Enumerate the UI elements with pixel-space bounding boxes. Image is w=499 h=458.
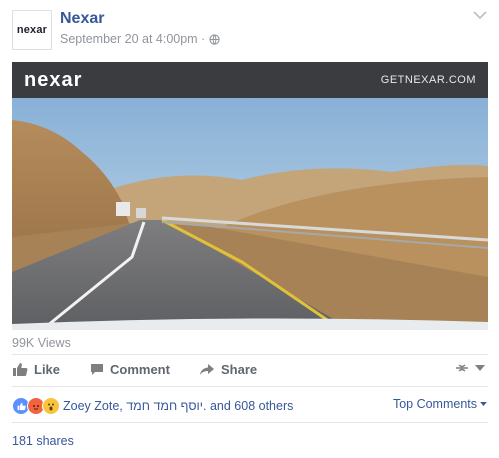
timestamp-text[interactable]: September 20 at 4:00pm · (60, 32, 205, 46)
reaction-icons (12, 397, 60, 415)
post-options-chevron-icon[interactable] (473, 10, 487, 20)
post-timestamp: September 20 at 4:00pm · (60, 32, 220, 46)
share-label: Share (221, 362, 258, 377)
divider (12, 386, 488, 387)
share-arrow-icon (200, 364, 214, 375)
video-branding-bar: nexar GETNEXAR.COM (12, 62, 488, 98)
comment-button[interactable]: Comment (90, 362, 170, 377)
comment-icon (91, 364, 103, 375)
globe-icon[interactable] (209, 33, 220, 45)
video-overlay-logo: nexar (24, 69, 83, 91)
video-overlay-url: GETNEXAR.COM (380, 74, 476, 86)
video-view-count: 99K Views (12, 336, 71, 350)
top-comments-label: Top Comments (392, 397, 477, 411)
video-frame-desert-road (12, 62, 488, 330)
avatar-logo: nexar (16, 24, 48, 36)
thumbs-up-icon (13, 363, 28, 376)
share-as-page-menu[interactable] (455, 364, 485, 372)
like-button[interactable]: Like (12, 362, 60, 377)
divider (12, 422, 488, 423)
comment-label: Comment (110, 362, 170, 377)
facebook-video-post: nexar Nexar September 20 at 4:00pm · nex… (0, 0, 499, 458)
caret-down-icon (475, 365, 485, 371)
share-button[interactable]: Share (199, 362, 257, 377)
page-name-link[interactable]: Nexar (60, 10, 104, 28)
caret-down-icon (480, 402, 487, 406)
page-avatar[interactable]: nexar (12, 10, 52, 50)
wow-reaction-icon[interactable] (42, 397, 60, 415)
top-comments-filter[interactable]: Top Comments (393, 397, 487, 411)
shares-count-link[interactable]: 181 shares (12, 434, 74, 448)
like-label: Like (34, 362, 61, 377)
divider (12, 354, 488, 355)
reactions-summary[interactable]: Zoey Zote, יוסף חמד חמד. and 608 others (12, 397, 293, 415)
video-player[interactable]: nexar GETNEXAR.COM (12, 62, 488, 330)
page-logo-small-icon (456, 364, 468, 372)
reactions-summary-text: Zoey Zote, יוסף חמד חמד. and 608 others (63, 399, 294, 413)
